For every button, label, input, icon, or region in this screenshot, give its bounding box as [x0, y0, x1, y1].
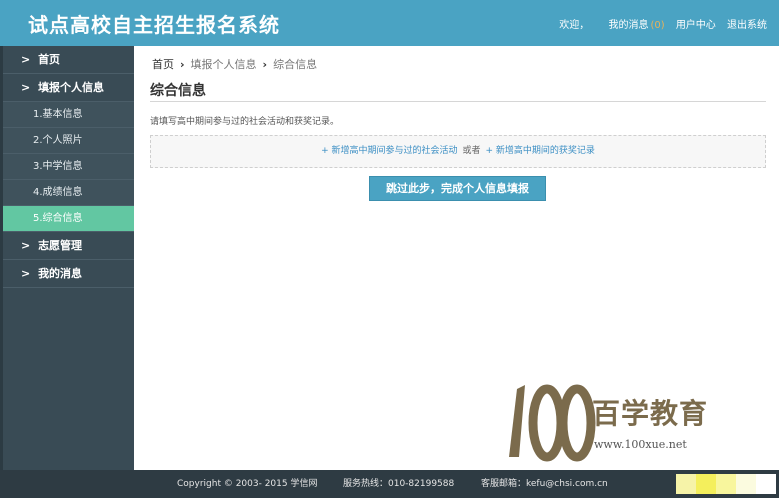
sidebar-item-label: 我的消息	[38, 267, 83, 280]
logout-link[interactable]: 退出系统	[727, 20, 767, 31]
footer-phone: 服务热线：010-82199588	[343, 479, 455, 489]
sidebar: > 首页 > 填报个人信息 1.基本信息 2.个人照片 3.中学信息 4.成绩信…	[0, 46, 134, 470]
sidebar-sub-grades[interactable]: 4.成绩信息	[3, 180, 134, 206]
sidebar-sub-comprehensive-info[interactable]: 5.综合信息	[3, 206, 134, 232]
breadcrumb-personal-info[interactable]: 填报个人信息	[191, 58, 257, 71]
my-messages-link[interactable]: 我的消息 (0)	[600, 20, 664, 31]
breadcrumb-home[interactable]: 首页	[152, 58, 174, 71]
add-award-link[interactable]: + 新增高中期间的获奖记录	[486, 146, 595, 156]
system-title: 试点高校自主招生报名系统	[28, 13, 280, 37]
add-records-box: + 新增高中期间参与过的社会活动 或者 + 新增高中期间的获奖记录	[150, 135, 766, 168]
sidebar-item-fill-personal-info[interactable]: > 填报个人信息	[3, 74, 134, 102]
chevron-right-icon: ›	[180, 58, 185, 71]
footer: Copyright © 2003- 2015 学信网 服务热线：010-8219…	[0, 470, 779, 498]
chevron-right-icon: >	[21, 267, 31, 280]
sidebar-sub-school-info[interactable]: 3.中学信息	[3, 154, 134, 180]
add-social-activity-link[interactable]: + 新增高中期间参与过的社会活动	[321, 146, 457, 156]
chevron-right-icon: >	[21, 53, 31, 66]
footer-copyright: Copyright © 2003- 2015 学信网	[177, 479, 318, 489]
or-text: 或者	[462, 146, 481, 156]
chevron-right-icon: ›	[262, 58, 268, 71]
breadcrumb: 首页 › 填报个人信息 › 综合信息	[152, 56, 317, 72]
sidebar-item-my-messages[interactable]: > 我的消息	[3, 260, 134, 288]
watermark-brand: 百学教育	[592, 397, 709, 430]
welcome-text: 欢迎，	[559, 20, 590, 31]
my-messages-label: 我的消息	[608, 20, 649, 31]
chevron-right-icon: >	[21, 239, 31, 252]
divider	[150, 101, 766, 102]
header-nav: 欢迎， 我的消息 (0) 用户中心 退出系统	[551, 16, 767, 31]
instruction-text: 请填写高中期间参与过的社会活动和获奖记录。	[150, 117, 340, 127]
messages-count: (0)	[650, 20, 665, 31]
sidebar-item-label: 填报个人信息	[38, 81, 105, 94]
footer-decoration	[676, 474, 776, 494]
user-center-link[interactable]: 用户中心	[676, 20, 716, 31]
footer-email: 客服邮箱：kefu@chsi.com.cn	[481, 479, 608, 489]
top-header: 试点高校自主招生报名系统 欢迎， 我的消息 (0) 用户中心 退出系统	[0, 0, 779, 46]
breadcrumb-current: 综合信息	[273, 58, 318, 71]
sidebar-item-label: 首页	[38, 53, 61, 66]
sidebar-item-home[interactable]: > 首页	[3, 46, 134, 74]
page-title: 综合信息	[150, 83, 206, 99]
sidebar-sub-photo[interactable]: 2.个人照片	[3, 128, 134, 154]
sidebar-item-application-management[interactable]: > 志愿管理	[3, 232, 134, 260]
sidebar-sub-basic-info[interactable]: 1.基本信息	[3, 102, 134, 128]
skip-step-button[interactable]: 跳过此步，完成个人信息填报	[369, 176, 546, 201]
chevron-right-icon: >	[21, 81, 31, 94]
watermark-url: www.100xue.net	[594, 438, 687, 451]
sidebar-item-label: 志愿管理	[38, 239, 83, 252]
